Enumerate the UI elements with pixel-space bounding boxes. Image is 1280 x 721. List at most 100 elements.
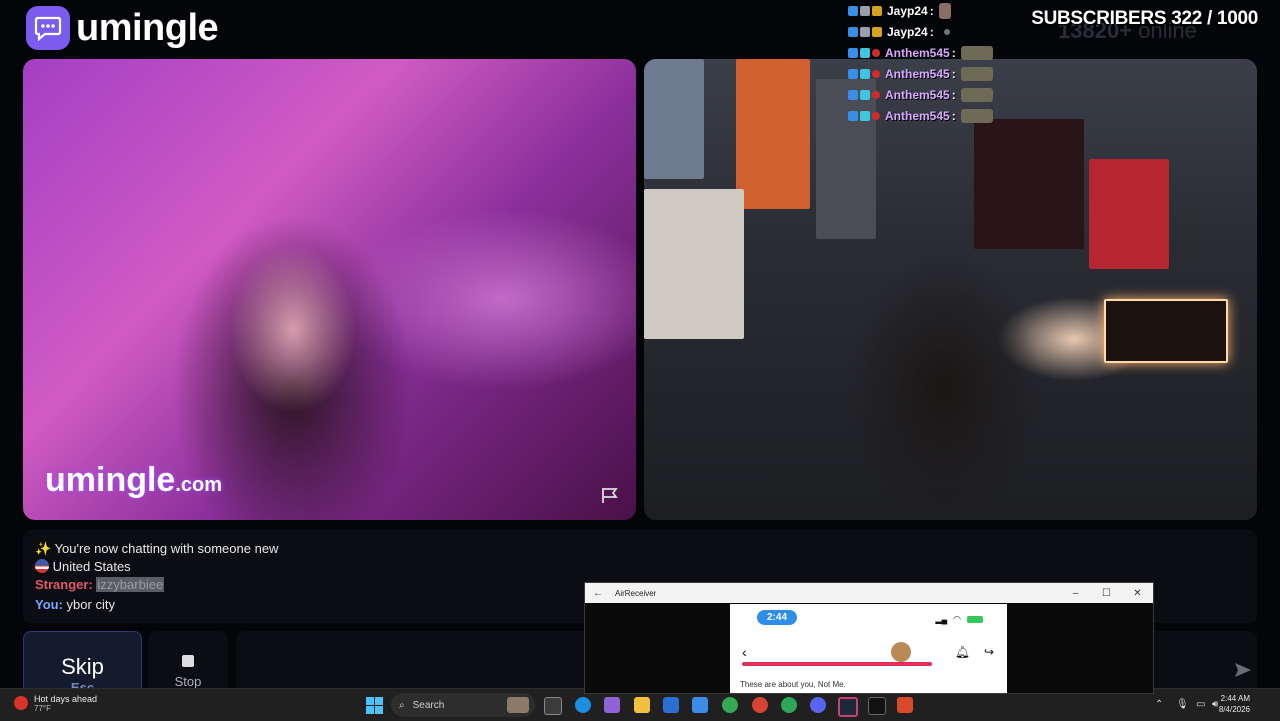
windows-start-icon[interactable] (366, 697, 383, 714)
overlay-username: Jayp24 (887, 3, 928, 18)
terminal-icon[interactable] (868, 697, 886, 715)
flag-icon[interactable] (600, 486, 620, 504)
overlay-separator: : (929, 24, 934, 39)
airreceiver-taskbar-icon[interactable] (897, 697, 913, 713)
chrome-profile-icon[interactable] (781, 697, 797, 713)
wifi-icon: ◠ (953, 614, 961, 624)
overlay-separator: : (929, 3, 934, 18)
bell-icon: 🔔︎ (954, 645, 970, 659)
brand-logo[interactable]: umingle (26, 6, 219, 50)
minimize-icon[interactable]: – (1060, 588, 1091, 599)
progress-bar (742, 662, 932, 666)
taskbar-search[interactable]: ⌕ Search (391, 693, 535, 717)
store-icon[interactable] (663, 697, 679, 713)
file-explorer-icon[interactable] (634, 697, 650, 713)
phone-status-icons: ▂▄ ◠ (935, 614, 983, 625)
emote-icon (938, 2, 951, 19)
overlay-username: Jayp24 (887, 24, 928, 39)
search-highlight-icon (507, 697, 529, 713)
badge-icon (872, 111, 880, 120)
you-label: You: (35, 597, 63, 612)
country-name: United States (52, 559, 131, 574)
emote-icon (960, 108, 993, 123)
app-icon[interactable] (752, 697, 768, 713)
badge-icon (848, 47, 858, 58)
airreceiver-window[interactable]: ← AirReceiver – ☐ ✕ 2:44 ▂▄ ◠ ‹ 🔔︎ ↪ The… (584, 582, 1154, 694)
chrome-icon[interactable] (722, 697, 738, 713)
crown-badge-icon (872, 26, 882, 37)
overlay-username: Anthem545 (885, 45, 950, 60)
edge-icon[interactable] (575, 697, 591, 713)
microphone-icon[interactable]: 🎙︎ (1176, 699, 1189, 710)
system-message: ✨ You're now chatting with someone new (35, 541, 278, 557)
steam-icon[interactable] (838, 697, 858, 717)
clock-time: 2:44 AM (1220, 694, 1250, 703)
clock-date: 8/4/2026 (1218, 705, 1250, 714)
badge-icon (848, 89, 858, 100)
country-line: United States (35, 559, 131, 574)
volume-icon[interactable]: 🔊︎ (1212, 699, 1218, 710)
send-icon[interactable] (1234, 662, 1252, 678)
you-message: ybor city (66, 597, 115, 612)
back-arrow-icon[interactable]: ← (585, 588, 611, 599)
overlay-separator: : (951, 66, 956, 81)
stranger-label: Stranger: (35, 577, 93, 592)
chevron-up-icon[interactable]: ⌃ (1155, 699, 1163, 710)
signal-icon: ▂▄ (935, 615, 948, 624)
task-view-icon[interactable] (544, 697, 562, 715)
system-message-text: You're now chatting with someone new (54, 541, 279, 556)
crown-badge-icon (872, 5, 882, 16)
sparkle-icon: ✨ (35, 541, 52, 556)
outlook-icon[interactable] (692, 697, 708, 713)
overlay-username: Anthem545 (885, 108, 950, 123)
phone-actions: 🔔︎ ↪ (955, 645, 994, 659)
you-line: You: ybor city (35, 597, 115, 612)
overlay-message: Anthem545 : (848, 105, 993, 126)
wall-poster (974, 119, 1084, 249)
window-titlebar[interactable]: ← AirReceiver – ☐ ✕ (585, 583, 1153, 603)
overlay-username: Anthem545 (885, 66, 950, 81)
emote-icon (960, 87, 993, 102)
overlay-message: Jayp24 : (848, 0, 993, 21)
skip-button[interactable]: Skip Esc (23, 631, 142, 695)
share-icon: ↪ (983, 645, 994, 659)
badge-icon (848, 110, 858, 121)
mirrored-phone-screen: 2:44 ▂▄ ◠ ‹ 🔔︎ ↪ These are about you, No… (730, 604, 1007, 693)
stranger-handle: izzybarbiee (96, 577, 165, 592)
badge-icon (860, 47, 870, 58)
overlay-message: Anthem545 : (848, 84, 993, 105)
weather-title: Hot days ahead (34, 694, 98, 704)
badge-icon (872, 48, 880, 57)
weather-temp: 77°F (34, 704, 51, 713)
us-flag-icon (35, 559, 49, 573)
taskbar-clock[interactable]: 2:44 AM 8/4/2026 (1219, 693, 1250, 715)
emote-icon (960, 45, 993, 60)
overlay-separator: : (951, 108, 956, 123)
overlay-message: Anthem545 : (848, 42, 993, 63)
emote-icon (960, 66, 993, 81)
avatar (890, 642, 911, 662)
badge-icon (860, 110, 870, 121)
phone-nav: ‹ 🔔︎ ↪ (742, 642, 994, 662)
window-title: AirReceiver (615, 588, 657, 598)
badge-icon (860, 5, 870, 16)
maximize-icon[interactable]: ☐ (1091, 588, 1122, 599)
search-icon: ⌕ (399, 699, 405, 711)
chevron-left-icon: ‹ (742, 644, 747, 660)
badge-icon (860, 89, 870, 100)
copilot-icon[interactable] (604, 697, 620, 713)
network-icon[interactable]: ▭ (1196, 699, 1205, 710)
phone-time: 2:44 (757, 610, 798, 625)
overlay-message: Anthem545 : (848, 63, 993, 84)
discord-icon[interactable] (810, 697, 826, 713)
stranger-video: umingle.com (23, 59, 636, 520)
weather-widget[interactable]: Hot days ahead 77°F (14, 694, 97, 713)
self-video (644, 59, 1257, 520)
skip-label: Skip (61, 654, 104, 679)
close-icon[interactable]: ✕ (1122, 588, 1153, 599)
wall-poster (736, 59, 810, 209)
badge-icon (860, 26, 870, 37)
stop-button[interactable]: Stop (148, 631, 228, 693)
badge-icon (848, 26, 858, 37)
wall-poster (644, 59, 704, 179)
